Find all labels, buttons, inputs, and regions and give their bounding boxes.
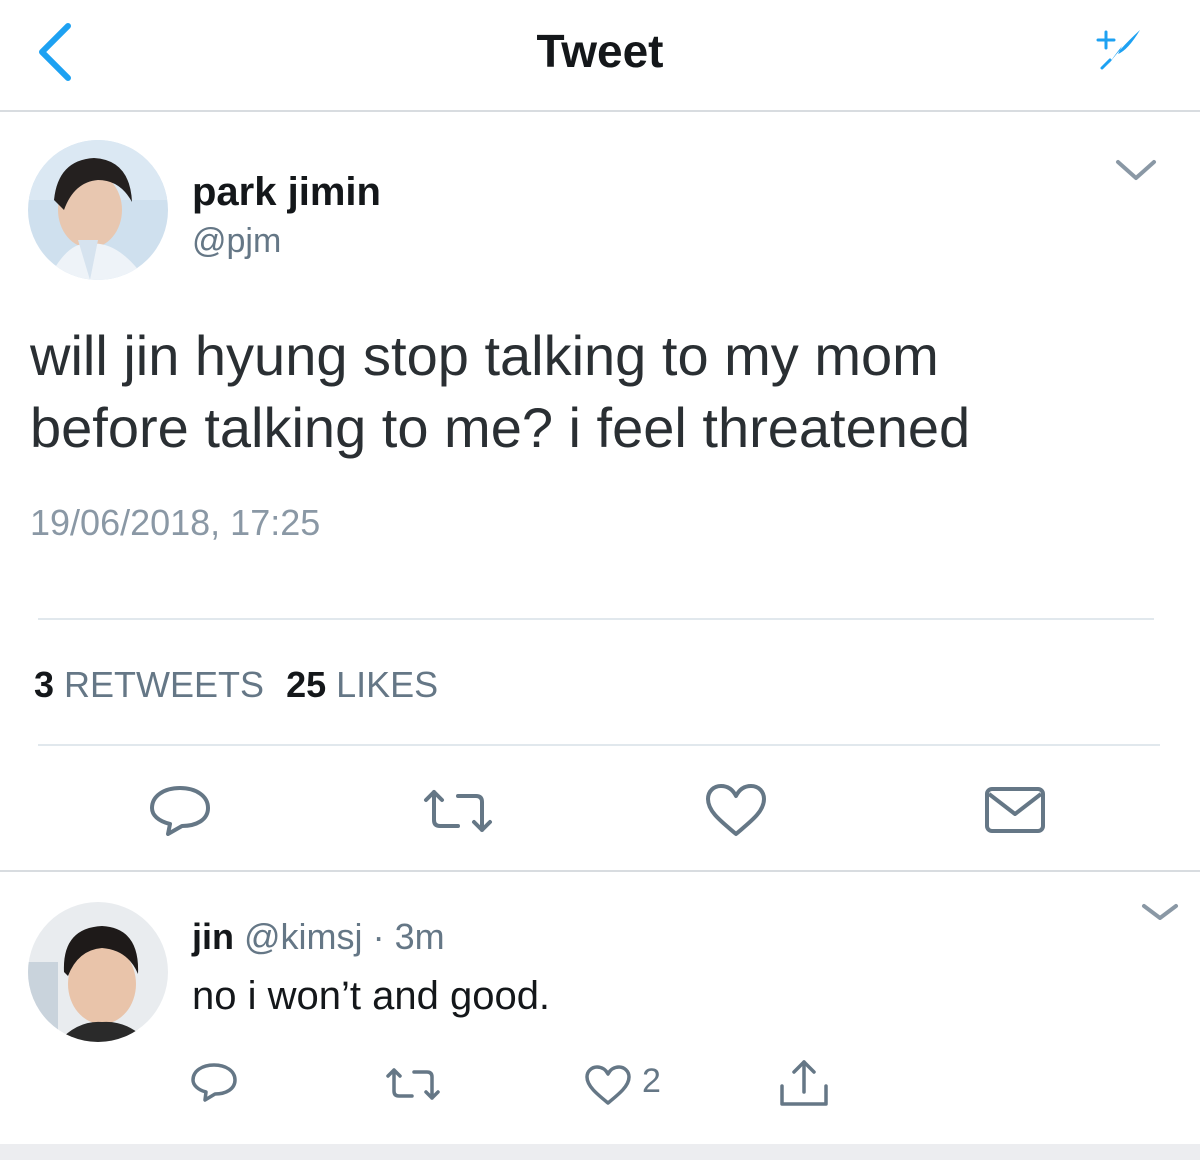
reply-retweet-button[interactable]	[384, 1066, 442, 1102]
retweet-icon	[424, 790, 492, 832]
message-icon	[985, 787, 1045, 833]
tweet-text-line: will jin hyung stop talking to my mom	[30, 324, 939, 387]
reply-handle[interactable]: @kimsj	[244, 916, 363, 957]
tweet-timestamp: 19/06/2018, 17:25	[30, 502, 321, 543]
reply-button[interactable]	[148, 784, 212, 836]
tweet-text: will jin hyung stop talking to my mom be…	[30, 320, 1160, 464]
retweets-label: RETWEETS	[64, 664, 265, 705]
reply-like-count: 2	[642, 1062, 661, 1100]
direct-message-button[interactable]	[984, 786, 1046, 834]
tweet-options-button[interactable]	[1112, 154, 1160, 184]
share-icon	[780, 1060, 828, 1106]
divider	[38, 618, 1154, 620]
display-name[interactable]: park jimin	[192, 170, 381, 215]
reply-icon	[191, 1063, 237, 1102]
avatar[interactable]	[28, 902, 168, 1042]
tweet-stats: 3 RETWEETS 25 LIKES	[34, 664, 438, 706]
nav-bar: Tweet	[0, 0, 1200, 112]
likes-stat[interactable]: 25 LIKES	[286, 664, 438, 705]
bottom-separator	[0, 1144, 1200, 1160]
avatar[interactable]	[28, 140, 168, 280]
divider	[38, 744, 1160, 746]
retweets-count: 3	[34, 664, 55, 705]
reply-tweet[interactable]: jin @kimsj · 3m no i won’t and good. 2	[0, 872, 1200, 1142]
like-icon	[585, 1065, 631, 1105]
reply-like-button[interactable]	[584, 1064, 632, 1106]
compose-feather-icon	[1096, 30, 1140, 70]
reply-options-button[interactable]	[1140, 900, 1180, 924]
user-handle[interactable]: @pjm	[192, 222, 281, 261]
likes-count: 25	[286, 664, 327, 705]
like-button[interactable]	[704, 782, 768, 838]
likes-label: LIKES	[336, 664, 439, 705]
reply-icon	[150, 786, 210, 836]
chevron-down-icon	[1142, 904, 1178, 920]
reply-time: 3m	[394, 916, 445, 957]
reply-header: jin @kimsj · 3m	[192, 916, 445, 958]
retweets-stat[interactable]: 3 RETWEETS	[34, 664, 264, 705]
like-icon	[706, 784, 766, 836]
retweet-button[interactable]	[420, 788, 496, 834]
separator-dot: ·	[372, 916, 385, 957]
reply-reply-button[interactable]	[190, 1062, 238, 1102]
reply-display-name[interactable]: jin	[192, 916, 234, 957]
tweet-text-line: before talking to me? i feel threatened	[30, 396, 971, 459]
reply-text: no i won’t and good.	[192, 974, 551, 1018]
compose-button[interactable]	[1088, 20, 1148, 76]
retweet-icon	[386, 1068, 440, 1100]
reply-share-button[interactable]	[778, 1058, 830, 1108]
chevron-down-icon	[1116, 160, 1156, 180]
page-title: Tweet	[536, 25, 664, 77]
